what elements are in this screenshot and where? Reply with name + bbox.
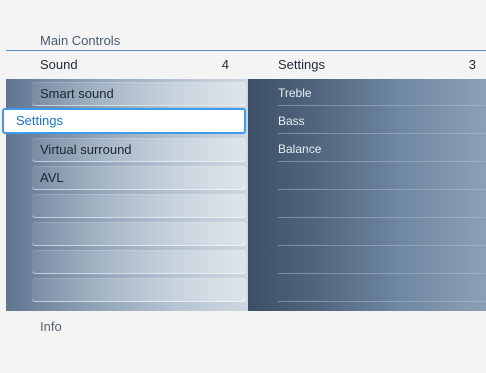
row-divider bbox=[278, 301, 486, 302]
menu-row-avl[interactable] bbox=[32, 166, 246, 190]
row-divider bbox=[278, 273, 486, 274]
row-divider bbox=[278, 189, 486, 190]
submenu-item-balance[interactable]: Balance bbox=[278, 142, 321, 156]
row-divider bbox=[278, 245, 486, 246]
left-column-count: 4 bbox=[221, 57, 229, 72]
menu-item-label: Smart sound bbox=[40, 86, 114, 101]
menu-row-empty bbox=[32, 222, 246, 246]
left-column-header: Sound 4 bbox=[40, 56, 229, 78]
row-divider bbox=[278, 217, 486, 218]
row-divider bbox=[278, 105, 486, 106]
menu-row-empty bbox=[32, 250, 246, 274]
tv-menu-screen: Main Controls Sound 4 Settings 3 Smart s… bbox=[0, 0, 486, 373]
right-submenu-panel: Treble Bass Balance bbox=[248, 79, 486, 311]
header-divider bbox=[6, 50, 486, 51]
breadcrumb: Main Controls bbox=[40, 33, 121, 48]
menu-item-settings-selected[interactable]: Settings bbox=[2, 108, 246, 134]
menu-row-empty bbox=[32, 194, 246, 218]
row-divider bbox=[278, 161, 486, 162]
info-label: Info bbox=[40, 319, 62, 334]
right-column-title: Settings bbox=[278, 57, 325, 72]
left-column-title: Sound bbox=[40, 57, 78, 72]
right-column-count: 3 bbox=[468, 57, 476, 72]
menu-row-empty bbox=[32, 278, 246, 302]
row-divider bbox=[278, 133, 486, 134]
menu-item-label: AVL bbox=[40, 170, 64, 185]
menu-item-label: Virtual surround bbox=[40, 142, 132, 157]
right-column-header: Settings 3 bbox=[278, 56, 476, 78]
selected-item-label: Settings bbox=[16, 113, 63, 128]
submenu-item-treble[interactable]: Treble bbox=[278, 86, 312, 100]
submenu-item-bass[interactable]: Bass bbox=[278, 114, 305, 128]
